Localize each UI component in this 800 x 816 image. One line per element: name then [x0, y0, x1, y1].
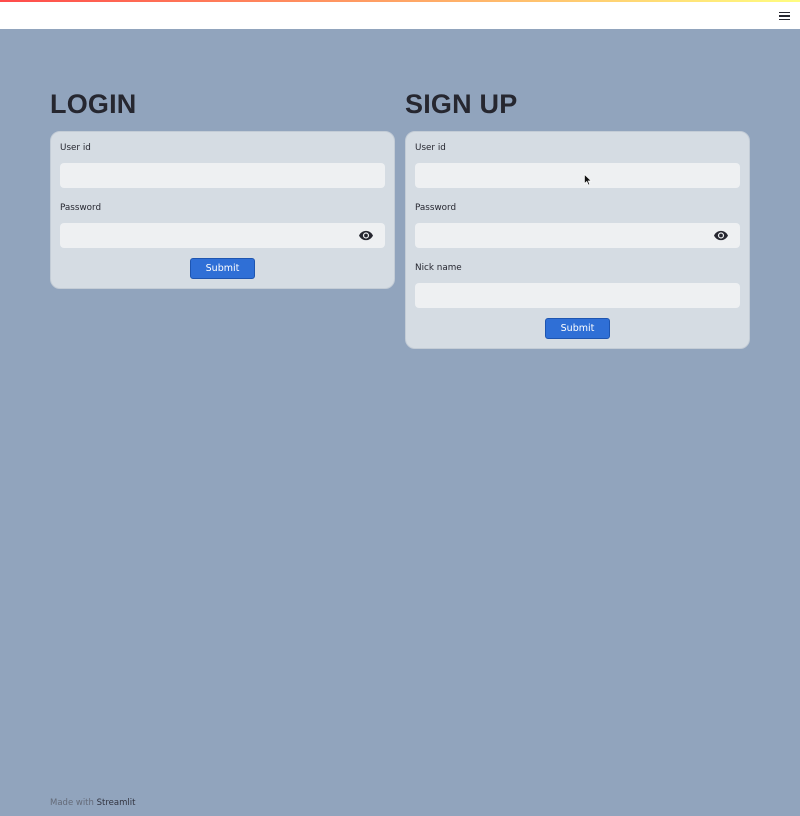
signup-submit-button[interactable]: Submit: [545, 318, 610, 339]
login-submit-row: Submit: [60, 258, 385, 279]
login-title: LOGIN: [50, 89, 137, 119]
login-user-id-label: User id: [60, 143, 91, 153]
footer-made-with: Made with: [50, 798, 94, 808]
login-password-input[interactable]: [60, 223, 385, 248]
login-password-label: Password: [60, 203, 102, 213]
signup-nickname-label: Nick name: [415, 263, 462, 273]
signup-form: User id Password Nick name Submit: [405, 131, 750, 349]
signup-nickname-input[interactable]: [415, 283, 740, 308]
show-password-eye-icon[interactable]: [359, 230, 373, 241]
signup-column: SIGN UP User id Password Nick name Submi…: [405, 84, 750, 349]
signup-password-label: Password: [415, 203, 457, 213]
signup-password-input[interactable]: [415, 223, 740, 248]
mouse-cursor-icon: [584, 174, 592, 186]
signup-user-id-input[interactable]: [415, 163, 740, 188]
login-password-field-wrap: [60, 223, 385, 248]
login-form: User id Password Submit: [50, 131, 395, 289]
signup-nickname-field-wrap: [415, 283, 740, 308]
footer-brand-link[interactable]: Streamlit: [97, 798, 136, 808]
show-password-eye-icon[interactable]: [714, 230, 728, 241]
header-decoration: [0, 0, 800, 2]
hamburger-menu-icon[interactable]: [776, 8, 792, 24]
signup-user-id-field-wrap: [415, 163, 740, 188]
signup-title: SIGN UP: [405, 89, 518, 119]
top-header: [0, 0, 800, 29]
login-column: LOGIN User id Password Submit: [50, 84, 395, 289]
login-user-id-field-wrap: [60, 163, 385, 188]
signup-password-field-wrap: [415, 223, 740, 248]
signup-user-id-label: User id: [415, 143, 446, 153]
footer: Made with Streamlit: [50, 798, 135, 808]
login-submit-button[interactable]: Submit: [190, 258, 255, 279]
login-user-id-input[interactable]: [60, 163, 385, 188]
signup-submit-row: Submit: [415, 318, 740, 339]
